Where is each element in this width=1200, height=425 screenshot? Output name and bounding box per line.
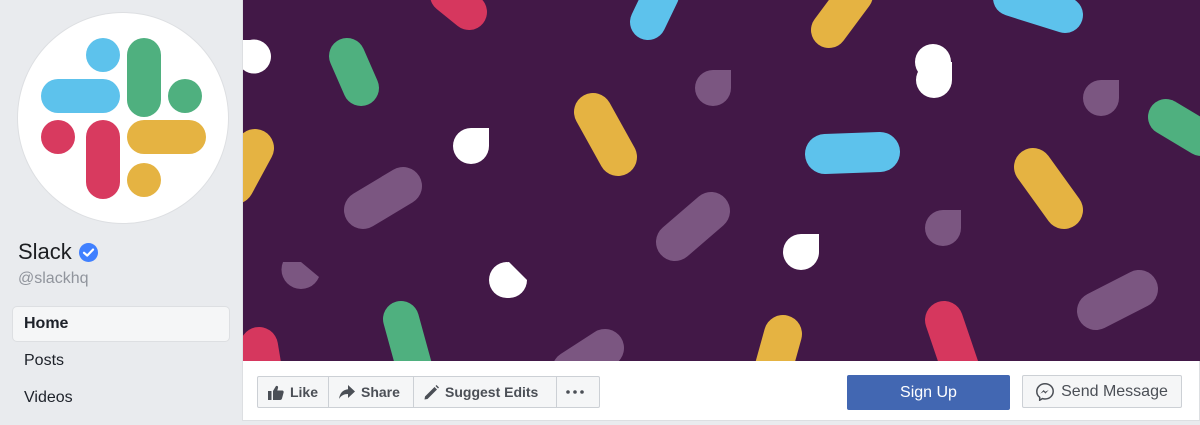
pencil-icon — [424, 384, 439, 399]
suggest-edits-label: Suggest Edits — [445, 384, 539, 400]
share-label: Share — [361, 384, 400, 400]
more-dots-icon — [566, 390, 584, 394]
sign-up-button[interactable]: Sign Up — [847, 375, 1010, 410]
slack-logo-icon — [41, 38, 206, 199]
share-button[interactable]: Share — [328, 376, 414, 408]
nav-item-posts[interactable]: Posts — [13, 344, 229, 378]
nav-item-videos[interactable]: Videos — [13, 381, 229, 415]
left-sidebar: Slack @slackhq Home Posts Videos — [0, 0, 242, 425]
page-name-text: Slack — [18, 239, 72, 264]
nav-item-home[interactable]: Home — [13, 307, 229, 341]
like-button[interactable]: Like — [257, 376, 329, 408]
like-label: Like — [289, 384, 318, 400]
thumbs-up-icon — [268, 385, 284, 400]
page-name[interactable]: Slack — [18, 238, 98, 266]
verified-badge-icon — [78, 242, 98, 262]
share-arrow-icon — [339, 385, 355, 399]
suggest-edits-button[interactable]: Suggest Edits — [413, 376, 557, 408]
send-message-button[interactable]: Send Message — [1022, 375, 1182, 408]
main-panel: Like Share Suggest Edits Sign Up Send Me… — [242, 0, 1200, 421]
cover-pattern — [243, 0, 1200, 361]
page-action-bar: Like Share Suggest Edits Sign Up Send Me… — [243, 361, 1200, 421]
profile-avatar[interactable] — [18, 13, 228, 223]
page-nav: Home Posts Videos — [13, 307, 229, 418]
send-message-label: Send Message — [1061, 382, 1168, 400]
messenger-icon — [1036, 382, 1055, 401]
more-options-button[interactable] — [556, 376, 600, 408]
cover-photo[interactable] — [243, 0, 1200, 361]
page-handle[interactable]: @slackhq — [18, 270, 89, 288]
